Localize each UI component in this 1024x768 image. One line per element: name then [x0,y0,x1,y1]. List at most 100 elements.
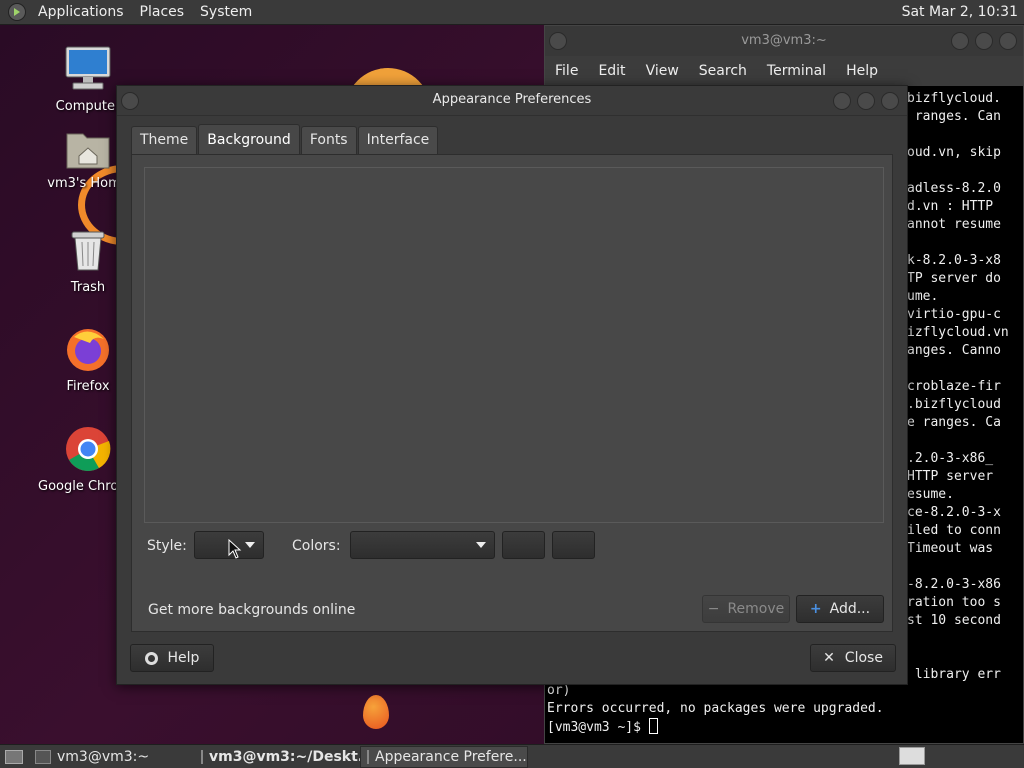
terminal-line: Errors occurred, no packages were upgrad… [547,701,884,716]
bottom-taskbar: vm3@vm3:~ vm3@vm3:~/Deskt... Appearance … [0,744,1024,768]
applications-menu[interactable]: Applications [30,4,132,20]
system-menu[interactable]: System [192,4,260,20]
tab-interface[interactable]: Interface [357,126,439,154]
terminal-menu-view[interactable]: View [636,63,689,79]
distro-logo-icon[interactable] [8,3,26,21]
terminal-line: -8.2.0-3-x86 [907,577,1001,592]
terminal-title: vm3@vm3:~ [741,33,827,48]
task-terminal-2[interactable]: vm3@vm3:~/Deskt... [194,746,374,768]
remove-button-label: Remove [727,601,785,617]
remove-icon: − [707,601,720,617]
desktop-icon-label: Trash [70,280,106,295]
help-icon [144,651,158,665]
terminal-line: .2.0-3-x86_ [907,451,994,466]
terminal-line: iled to conn [907,523,1001,538]
terminal-menu-file[interactable]: File [545,63,588,79]
chevron-down-icon [476,542,486,548]
minimize-icon[interactable] [833,92,851,110]
terminal-titlebar[interactable]: vm3@vm3:~ [545,26,1023,56]
chrome-icon [66,427,111,471]
get-more-backgrounds-link[interactable]: Get more backgrounds online [148,602,355,618]
chevron-down-icon [245,542,255,548]
mouse-pointer-icon [228,539,242,559]
terminal-line: st 10 second [907,613,1001,628]
close-icon[interactable] [881,92,899,110]
terminal-line: k-8.2.0-3-x8 [907,253,1001,268]
task-label: vm3@vm3:~ [57,748,150,765]
tab-fonts[interactable]: Fonts [300,126,357,154]
colors-combobox[interactable] [350,531,495,559]
desktop-icon-label: Computer [55,99,121,114]
computer-icon [65,46,111,90]
terminal-line: annot resume [907,217,1001,232]
dialog-title: Appearance Preferences [432,92,592,107]
terminal-line: ce-8.2.0-3-x [907,505,1001,520]
help-button-label: Help [167,650,200,666]
desktop-icon-label: Firefox [66,379,110,394]
help-button[interactable]: Help [130,644,214,672]
terminal-line: d.vn : HTTP [907,199,994,214]
terminal-line: HTTP server [907,469,994,484]
window-menu-icon[interactable] [549,32,567,50]
secondary-color-button[interactable] [552,531,595,559]
show-desktop-button[interactable] [0,746,28,768]
terminal-menu-terminal[interactable]: Terminal [757,63,836,79]
firefox-icon [67,329,109,371]
wallpaper-drop-shape [363,695,389,729]
terminal-menubar: File Edit View Search Terminal Help [545,56,1023,86]
task-terminal-1[interactable]: vm3@vm3:~ [28,746,194,768]
terminal-menu-help[interactable]: Help [836,63,888,79]
terminal-line: library err [907,667,1001,682]
tab-background[interactable]: Background [198,124,300,154]
add-button-label: Add... [829,601,871,617]
terminal-cursor [648,718,658,734]
primary-color-button[interactable] [502,531,545,559]
appearance-icon [367,749,369,764]
workspace-icon [899,747,925,765]
background-list[interactable] [144,167,884,523]
terminal-menu-search[interactable]: Search [689,63,757,79]
background-tab-panel: Style: Colors: Get more backgrounds onli… [131,154,893,632]
panel-clock[interactable]: Sat Mar 2, 10:31 [902,4,1018,20]
remove-button[interactable]: − Remove [702,595,790,623]
terminal-line: ration too s [907,595,1001,610]
tab-theme[interactable]: Theme [131,126,198,154]
terminal-menu-edit[interactable]: Edit [588,63,635,79]
minimize-icon[interactable] [951,32,969,50]
terminal-line: Timeout was [907,541,994,556]
maximize-icon[interactable] [857,92,875,110]
terminal-line: esume. [907,487,954,502]
home-folder-icon [66,133,110,169]
top-panel: Applications Places System Sat Mar 2, 10… [0,0,1024,25]
terminal-line: TP server do [907,271,1001,286]
terminal-line: adless-8.2.0 [907,181,1001,196]
terminal-line: [vm3@vm3 ~]$ [547,718,658,737]
terminal-icon [201,749,203,764]
terminal-line: virtio-gpu-c [907,307,1001,322]
terminal-line: izflycloud.vn [907,325,1009,340]
terminal-line: croblaze-fir [907,379,1001,394]
appearance-preferences-dialog[interactable]: Appearance Preferences Theme Background … [116,85,908,685]
terminal-line: oud.vn, skip [907,145,1001,160]
terminal-line: bizflycloud. [907,91,1001,106]
dialog-titlebar[interactable]: Appearance Preferences [117,86,907,116]
task-label: Appearance Prefere... [375,748,527,765]
show-desktop-icon [5,749,23,764]
colors-label: Colors: [292,538,341,554]
close-icon: ✕ [823,650,835,666]
add-button[interactable]: + Add... [796,595,884,623]
close-button[interactable]: ✕ Close [810,644,896,672]
terminal-line: ranges. Can [907,109,1001,124]
terminal-line: .bizflycloud [907,397,1001,412]
window-menu-icon[interactable] [121,92,139,110]
workspace-switcher[interactable] [896,745,928,767]
terminal-line: ume. [907,289,939,304]
close-icon[interactable] [999,32,1017,50]
places-menu[interactable]: Places [132,4,193,20]
terminal-line: anges. Canno [907,343,1001,358]
terminal-icon [35,749,51,764]
task-label: vm3@vm3:~/Deskt... [209,748,374,765]
task-appearance-preferences[interactable]: Appearance Prefere... [360,745,528,768]
style-label: Style: [147,538,187,554]
maximize-icon[interactable] [975,32,993,50]
